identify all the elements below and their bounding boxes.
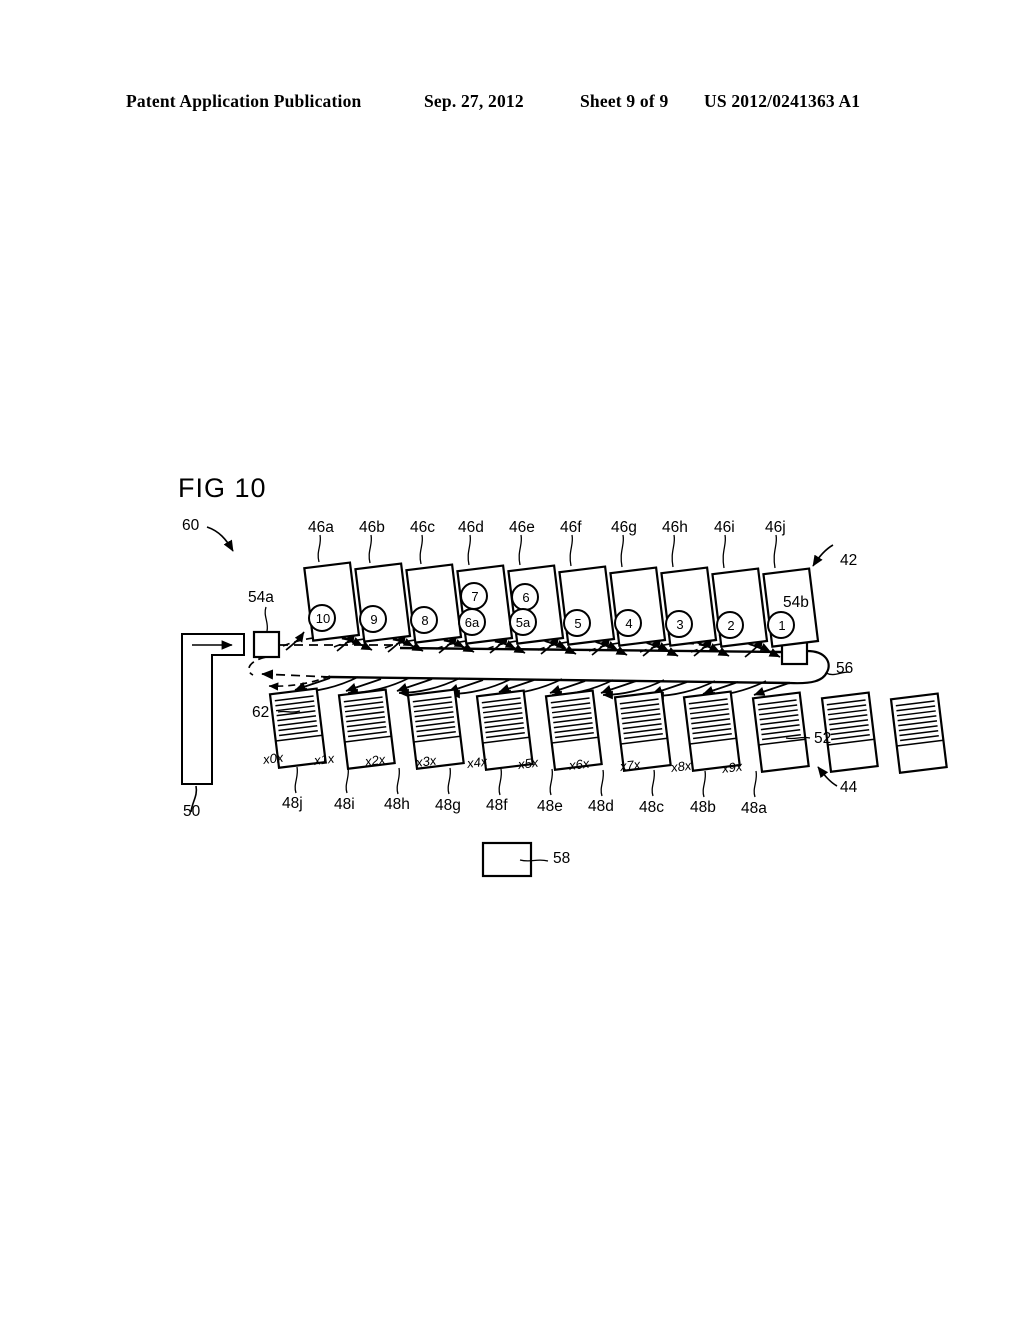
upper-number-46h-1: 3 — [676, 617, 684, 632]
upper-number-46f-1: 5 — [574, 616, 582, 631]
lower-code-x0x: x0x — [262, 749, 285, 767]
lower-code-x3x: x3x — [415, 752, 438, 770]
upper-item-boxes — [303, 561, 820, 648]
lower-code-x2x: x2x — [364, 751, 387, 769]
source-unit-50-shape — [181, 633, 245, 785]
lower-code-x8x: x8x — [670, 757, 693, 775]
ref-label-52: 52 — [814, 730, 832, 747]
ref-label-60: 60 — [182, 517, 200, 534]
transport-rails — [248, 644, 850, 685]
lower-code-x1x: x1x — [313, 750, 336, 768]
ref-label-48h: 48h — [384, 796, 410, 813]
ref-label-46d: 46d — [458, 519, 484, 536]
ref-label-46a: 46a — [308, 519, 334, 536]
ref-label-56: 56 — [836, 660, 854, 677]
upper-number-46b-1: 9 — [370, 612, 378, 627]
upper-number-46g-1: 4 — [625, 616, 633, 631]
ref-label-46j: 46j — [765, 519, 786, 536]
ref-label-54b: 54b — [783, 594, 809, 611]
collector-58-shape — [481, 841, 549, 878]
upper-number-46e-2: 5a — [515, 615, 531, 630]
upper-reference-leaders — [317, 534, 778, 569]
upper-number-46e-1: 6 — [522, 590, 530, 605]
lower-box-48a — [889, 692, 948, 774]
ref-label-46i: 46i — [714, 519, 735, 536]
upper-box-46c — [405, 563, 463, 644]
ref-label-48e: 48e — [537, 798, 563, 815]
ref-label-48j: 48j — [282, 795, 303, 812]
upper-number-46j-1: 1 — [778, 618, 786, 633]
ref-label-44: 44 — [840, 779, 858, 796]
figure-vector-layer — [181, 526, 948, 878]
lower-code-x5x: x5x — [517, 754, 540, 772]
ref-label-42: 42 — [840, 552, 858, 569]
ref-label-50: 50 — [183, 803, 201, 820]
ref-label-62: 62 — [252, 704, 270, 721]
ref-label-48d: 48d — [588, 798, 614, 815]
node-54a-shape — [252, 630, 281, 659]
ref-label-48i: 48i — [334, 796, 355, 813]
ref-label-48b: 48b — [690, 799, 716, 816]
upper-number-46d-2: 6a — [464, 615, 480, 630]
ref-label-46g: 46g — [611, 519, 637, 536]
lower-code-x7x: x7x — [619, 756, 642, 774]
upper-number-46d-1: 7 — [471, 589, 479, 604]
upper-number-46a-1: 10 — [315, 611, 331, 626]
lower-code-x4x: x4x — [466, 753, 489, 771]
upper-box-46a — [303, 561, 361, 642]
upper-number-46i-1: 2 — [727, 618, 735, 633]
lower-code-x6x: x6x — [568, 755, 591, 773]
ref-label-48f: 48f — [486, 797, 508, 814]
upper-number-46c-1: 8 — [421, 613, 429, 628]
ref-label-46e: 46e — [509, 519, 535, 536]
ref-label-58: 58 — [553, 850, 571, 867]
ref-label-54a: 54a — [248, 589, 274, 606]
figure-10-drawing: FIG 10 60 42 44 50 54a 54b 56 58 52 62 4… — [0, 0, 1024, 1320]
ref-label-46h: 46h — [662, 519, 688, 536]
upper-box-46b — [354, 562, 412, 643]
lower-code-x9x: x9x — [721, 758, 744, 776]
ref-label-48g: 48g — [435, 797, 461, 814]
ref-label-48a: 48a — [741, 800, 767, 817]
ref-label-46b: 46b — [359, 519, 385, 536]
lower-box-48c — [751, 691, 810, 773]
upper-box-46g — [609, 566, 667, 647]
ref-label-46c: 46c — [410, 519, 435, 536]
ref-label-46f: 46f — [560, 519, 582, 536]
ref-label-48c: 48c — [639, 799, 664, 816]
